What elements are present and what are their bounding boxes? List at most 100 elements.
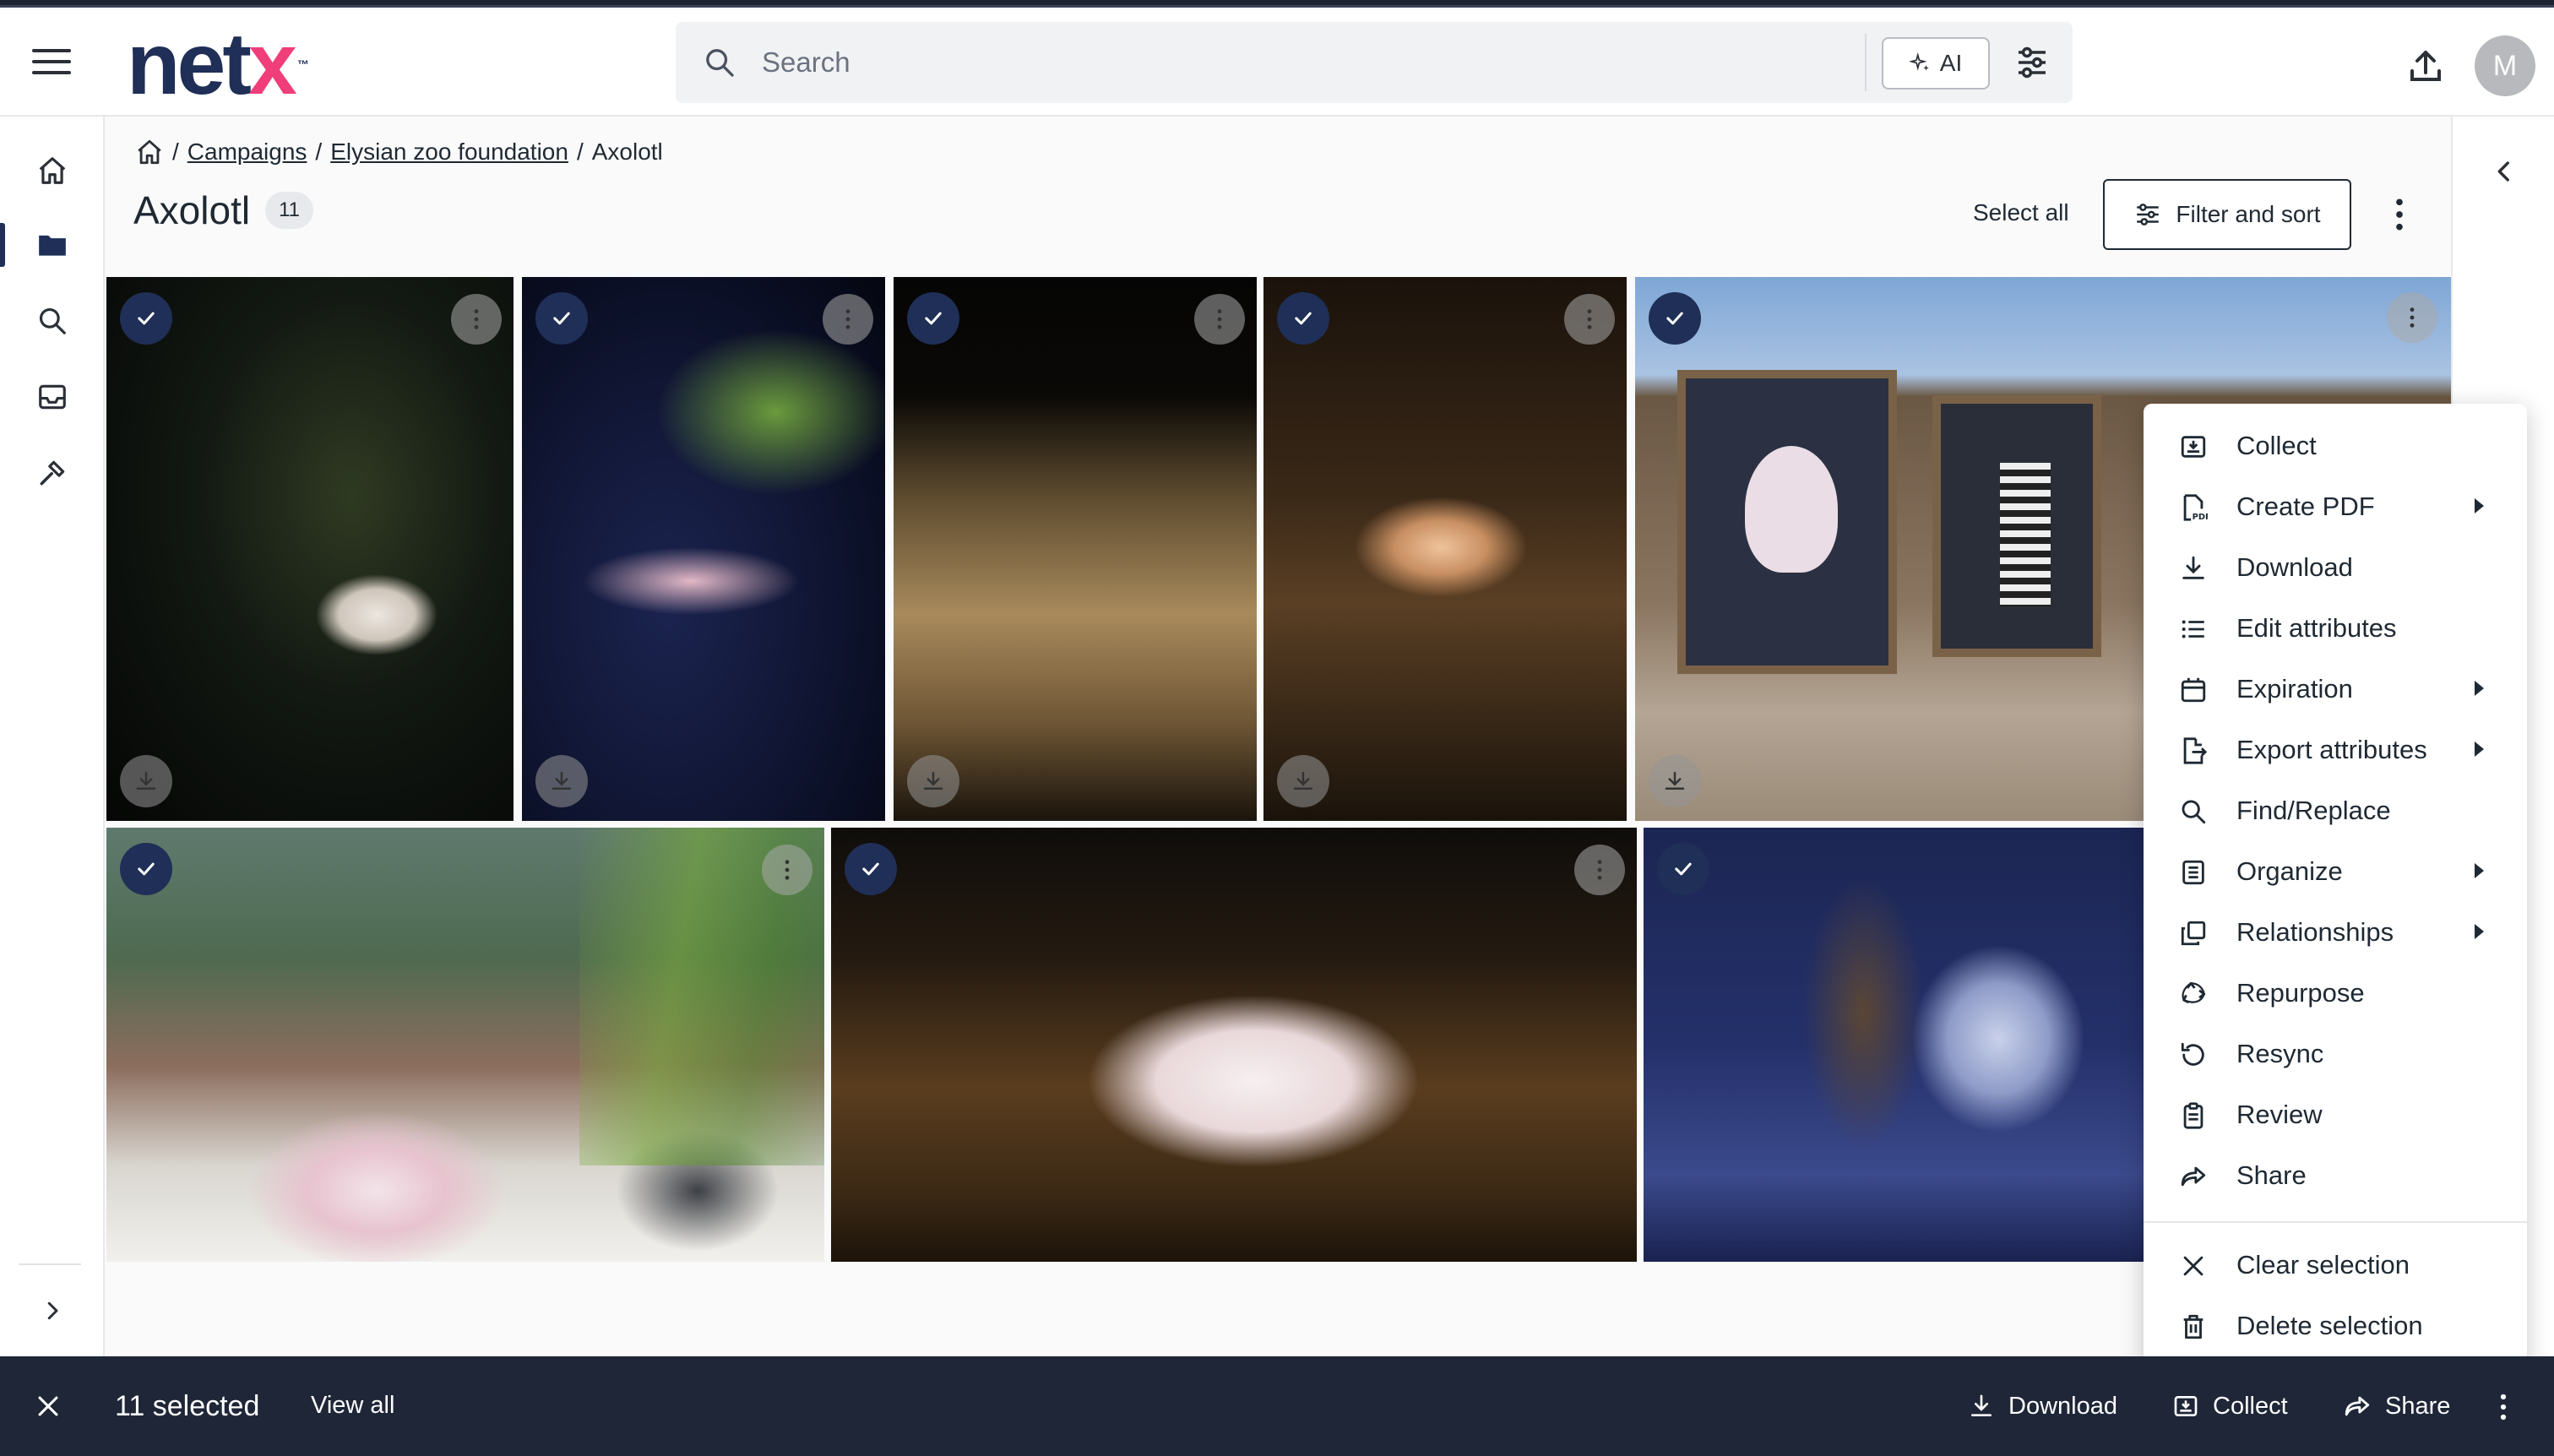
count-badge: 11 [265, 192, 313, 229]
tile-download-icon[interactable] [535, 755, 588, 807]
more-options-icon[interactable] [2387, 196, 2412, 233]
menu-item-find-replace[interactable]: Find/Replace [2144, 780, 2527, 841]
selected-check-icon[interactable] [1649, 292, 1701, 345]
tile-menu-icon[interactable] [1564, 294, 1615, 345]
menu-item-label: Collect [2236, 431, 2317, 460]
hammer-icon [40, 460, 65, 486]
ai-button-label: AI [1939, 50, 1963, 76]
menu-item-organize[interactable]: Organize [2144, 841, 2527, 902]
sliders-icon [2137, 204, 2160, 225]
selected-check-icon[interactable] [120, 843, 172, 895]
share-icon [2181, 1166, 2206, 1187]
menu-item-collect[interactable]: Collect [2144, 416, 2527, 476]
sidebar-expand-button[interactable] [0, 1277, 105, 1345]
tile-download-icon[interactable] [1277, 755, 1329, 807]
selected-check-icon[interactable] [907, 292, 959, 345]
menu-item-repurpose[interactable]: Repurpose [2144, 963, 2527, 1024]
filter-sort-button[interactable]: Filter and sort [2103, 179, 2351, 250]
bar-share-button[interactable]: Share [2343, 1387, 2450, 1426]
menu-item-label: Repurpose [2236, 978, 2365, 1008]
search-settings-icon[interactable] [2012, 42, 2052, 83]
menu-item-expiration[interactable]: Expiration [2144, 659, 2527, 720]
breadcrumb-link-campaigns[interactable]: Campaigns [187, 139, 307, 166]
asset-thumbnail [522, 277, 885, 821]
selected-check-icon[interactable] [845, 843, 897, 895]
sidebar-item-tools[interactable] [0, 439, 105, 507]
menu-item-label: Resync [2236, 1039, 2324, 1068]
close-icon [2183, 1256, 2204, 1276]
user-avatar[interactable]: M [2475, 35, 2535, 96]
asset-tile[interactable] [894, 277, 1257, 821]
tile-menu-icon[interactable] [762, 845, 812, 895]
top-accent-line [0, 0, 2554, 8]
menu-item-delete-selection[interactable]: Delete selection [2144, 1296, 2527, 1356]
home-icon[interactable] [135, 138, 164, 166]
pdf-icon: PDF [2183, 494, 2208, 522]
menu-item-label: Share [2236, 1160, 2307, 1190]
search-icon [706, 49, 734, 77]
selected-check-icon[interactable] [1657, 843, 1709, 895]
submenu-arrow-icon [2475, 742, 2484, 757]
trash-icon [2183, 1314, 2204, 1339]
menu-item-export-attributes[interactable]: Export attributes [2144, 720, 2527, 780]
submenu-arrow-icon [2475, 681, 2484, 696]
menu-icon[interactable] [32, 49, 71, 79]
menu-item-clear-selection[interactable]: Clear selection [2144, 1235, 2527, 1296]
menu-item-edit-attributes[interactable]: Edit attributes [2144, 598, 2527, 659]
page-title: Axolotl 11 [133, 187, 313, 233]
menu-item-create-pdf[interactable]: PDF Create PDF [2144, 476, 2527, 537]
inbox-icon [39, 384, 66, 410]
asset-tile[interactable] [522, 277, 885, 821]
download-icon [1971, 1394, 1992, 1416]
menu-item-share[interactable]: Share [2144, 1145, 2527, 1206]
asset-tile[interactable] [106, 828, 824, 1262]
sidebar-item-folders[interactable] [0, 211, 105, 279]
search-input[interactable] [762, 35, 1674, 90]
chevron-left-icon[interactable] [2490, 157, 2519, 186]
menu-item-label: Delete selection [2236, 1311, 2423, 1340]
asset-tile[interactable] [1644, 828, 2144, 1262]
ai-search-button[interactable]: AI [1882, 37, 1990, 90]
upload-icon[interactable] [2405, 46, 2446, 86]
sidebar-item-search[interactable] [0, 287, 105, 355]
more-options-icon[interactable] [2495, 1392, 2512, 1422]
bar-download-label: Download [2008, 1392, 2117, 1420]
tile-menu-icon[interactable] [1574, 845, 1625, 895]
svg-text:PDF: PDF [2193, 513, 2208, 522]
asset-tile[interactable] [1263, 277, 1627, 821]
menu-item-resync[interactable]: Resync [2144, 1024, 2527, 1084]
filter-sort-label: Filter and sort [2176, 201, 2321, 227]
bar-collect-label: Collect [2213, 1392, 2288, 1420]
bar-collect-button[interactable]: Collect [2172, 1387, 2288, 1426]
view-all-link[interactable]: View all [311, 1392, 394, 1420]
tile-menu-icon[interactable] [451, 294, 502, 345]
menu-item-download[interactable]: Download [2144, 537, 2527, 598]
folder-icon [39, 235, 66, 256]
asset-tile[interactable] [106, 277, 514, 821]
tile-menu-icon[interactable] [2387, 292, 2437, 343]
tile-menu-icon[interactable] [1194, 294, 1245, 345]
menu-item-label: Clear selection [2236, 1250, 2410, 1279]
selected-check-icon[interactable] [1277, 292, 1329, 345]
menu-item-label: Relationships [2236, 917, 2394, 947]
tile-download-icon[interactable] [907, 755, 959, 807]
tile-download-icon[interactable] [1649, 755, 1701, 807]
asset-tile[interactable] [831, 828, 1637, 1262]
calendar-icon [2181, 677, 2206, 703]
sidebar-item-inbox[interactable] [0, 363, 105, 431]
netx-logo[interactable]: netx ™ [127, 20, 309, 108]
selected-check-icon[interactable] [535, 292, 588, 345]
sidebar-item-home[interactable] [0, 137, 105, 204]
selected-check-icon[interactable] [120, 292, 172, 345]
menu-item-review[interactable]: Review [2144, 1084, 2527, 1145]
menu-item-relationships[interactable]: Relationships [2144, 902, 2527, 963]
breadcrumb-link-elysian[interactable]: Elysian zoo foundation [330, 139, 568, 166]
close-icon[interactable] [34, 1392, 62, 1421]
menu-divider [2144, 1221, 2527, 1223]
breadcrumb-current: Axolotl [591, 139, 663, 165]
tile-menu-icon[interactable] [823, 294, 873, 345]
tile-download-icon[interactable] [120, 755, 172, 807]
submenu-arrow-icon [2475, 498, 2484, 513]
bar-download-button[interactable]: Download [1968, 1387, 2117, 1426]
select-all-button[interactable]: Select all [1973, 199, 2069, 226]
